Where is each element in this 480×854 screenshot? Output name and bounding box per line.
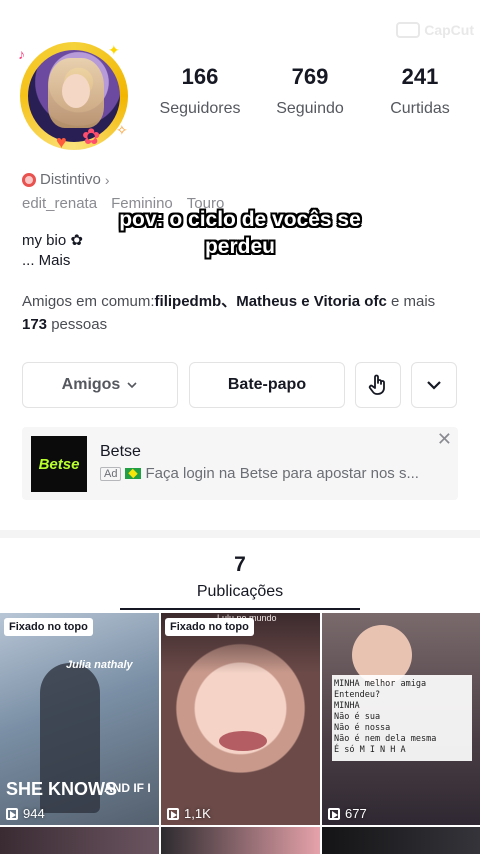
video-grid: Fixado no topo Julia nathaly SHE KNOWS A…	[0, 613, 480, 854]
publications-label: Publicações	[196, 583, 284, 600]
chevron-down-icon	[127, 382, 137, 389]
watermark-text: CapCut	[424, 22, 474, 38]
profile-avatar[interactable]: ♪ ✦ ♥ ✿ ✧	[16, 38, 132, 154]
mutual-names: filipedmb、Matheus e Vitoria ofc	[154, 293, 387, 310]
badge-label: Distintivo	[40, 171, 101, 188]
view-count: 1,1K	[167, 806, 211, 821]
publications-count: 7	[234, 553, 246, 576]
mutual-suffix: e mais	[386, 293, 436, 310]
heart-icon: ♥	[56, 132, 67, 152]
ad-tag: Ad	[100, 466, 122, 481]
flower-icon: ✿	[82, 124, 101, 149]
publications-tab[interactable]: 7 Publicações	[0, 553, 480, 601]
star-icon: ✦	[108, 42, 120, 58]
likes-count: 241	[401, 64, 439, 89]
ad-logo-text: Betse	[38, 455, 80, 473]
mutual-suffix-2: pessoas	[47, 316, 108, 333]
view-count-value: 677	[345, 806, 367, 821]
video-thumbnail[interactable]	[161, 827, 320, 854]
view-count-value: 944	[23, 806, 45, 821]
thumbnail-caption: Julia nathaly	[66, 659, 133, 671]
view-count: 677	[328, 806, 367, 821]
video-thumbnail[interactable]	[322, 827, 480, 854]
view-count-value: 1,1K	[184, 806, 211, 821]
capcut-watermark: CapCut	[396, 22, 474, 38]
thumbnail-caption: SHE KNOWS	[6, 779, 118, 799]
video-overlay-caption: pov: o ciclo de vocês se perdeu	[119, 208, 361, 258]
play-icon	[328, 807, 340, 820]
followers-stat[interactable]: 166 Seguidores	[150, 64, 250, 118]
avatar-image	[28, 50, 120, 142]
mutual-prefix: Amigos em comum:	[22, 293, 155, 310]
followers-label: Seguidores	[159, 100, 241, 117]
bio-more-link[interactable]: ... Mais	[22, 252, 70, 269]
more-options-button[interactable]	[411, 362, 457, 408]
mutual-friends[interactable]: Amigos em comum:filipedmb、Matheus e Vito…	[22, 290, 462, 336]
poke-button[interactable]	[355, 362, 401, 408]
likes-label: Curtidas	[390, 100, 450, 117]
followers-count: 166	[181, 64, 219, 89]
bio-text: my bio ✿	[22, 232, 83, 249]
section-divider	[0, 530, 480, 538]
sparkle-icon: ✧	[116, 122, 128, 138]
avatar-face	[62, 74, 90, 108]
chevron-right-icon: ›	[104, 171, 110, 188]
pinned-badge: Fixado no topo	[4, 618, 93, 636]
brazil-flag-icon	[125, 468, 142, 479]
username: edit_renata	[22, 195, 98, 212]
badge-link[interactable]: Distintivo ›	[22, 171, 110, 188]
thumbnail-caption: AND IF I	[104, 781, 151, 795]
hand-pointer-icon	[368, 374, 385, 395]
chat-button[interactable]: Bate-papo	[189, 362, 345, 408]
music-note-icon: ♪	[18, 46, 25, 62]
ad-logo: Betse	[31, 436, 87, 492]
profile-stats: 166 Seguidores 769 Seguindo 241 Curtidas	[150, 64, 470, 118]
play-icon	[167, 807, 179, 820]
following-count: 769	[291, 64, 329, 89]
ad-text: Faça login na Betse para apostar nos s..…	[145, 465, 419, 482]
badge-icon	[22, 172, 36, 187]
friends-button[interactable]: Amigos	[22, 362, 178, 408]
capcut-logo-icon	[396, 22, 421, 38]
video-thumbnail[interactable]	[0, 827, 159, 854]
tab-underline	[120, 608, 360, 610]
ad-description: Ad Faça login na Betse para apostar nos …	[100, 465, 440, 482]
play-icon	[6, 807, 18, 820]
thumbnail-note-text: MINHA melhor amiga Entendeu? MINHA Não é…	[334, 679, 437, 755]
thumbnail-lips	[219, 731, 267, 751]
video-thumbnail[interactable]: MINHA melhor amiga Entendeu? MINHA Não é…	[322, 613, 480, 825]
chevron-down-icon	[427, 381, 441, 390]
friends-button-label: Amigos	[61, 376, 121, 393]
ad-banner[interactable]: Betse Betse Ad Faça login na Betse para …	[22, 427, 458, 500]
ad-title: Betse	[100, 443, 141, 460]
view-count: 944	[6, 806, 45, 821]
following-stat[interactable]: 769 Seguindo	[260, 64, 360, 118]
mutual-count: 173	[22, 316, 48, 333]
pinned-badge: Fixado no topo	[165, 618, 254, 636]
close-icon[interactable]: ✕	[437, 429, 452, 450]
video-thumbnail[interactable]: Fixado no topo Julia nathaly SHE KNOWS A…	[0, 613, 159, 825]
likes-stat[interactable]: 241 Curtidas	[370, 64, 470, 118]
following-label: Seguindo	[276, 100, 344, 117]
video-thumbnail[interactable]: Lulu no mundo Fixado no topo 1,1K	[161, 613, 320, 825]
